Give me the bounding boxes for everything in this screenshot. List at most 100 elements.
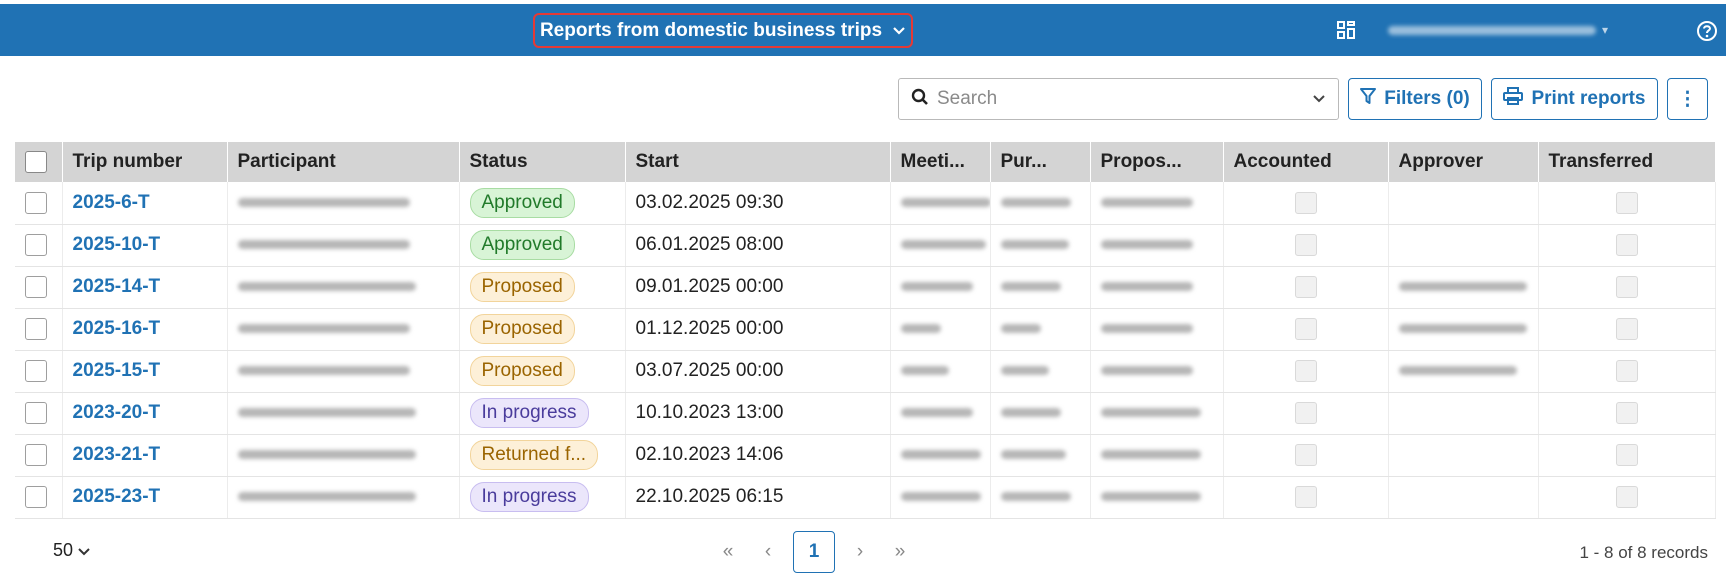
row-checkbox[interactable] bbox=[25, 443, 47, 466]
dashboard-grid-icon[interactable] bbox=[1336, 20, 1356, 40]
status-cell: In progress bbox=[459, 392, 626, 435]
participant-cell bbox=[227, 350, 460, 393]
participant-cell bbox=[227, 392, 460, 435]
redacted-meeting bbox=[900, 366, 949, 376]
trip-number-link[interactable]: 2025-15-T bbox=[73, 360, 161, 381]
row-checkbox[interactable] bbox=[25, 275, 47, 298]
proposer-cell bbox=[1090, 266, 1224, 309]
accounted-cell bbox=[1223, 224, 1389, 267]
trip-number-link[interactable]: 2025-10-T bbox=[73, 234, 161, 255]
more-options-button[interactable]: ⋮ bbox=[1667, 78, 1708, 120]
row-select-cell[interactable] bbox=[15, 434, 63, 477]
accounted-cell bbox=[1223, 350, 1389, 393]
row-select-cell[interactable] bbox=[15, 308, 63, 351]
page-size-value: 50 bbox=[53, 540, 74, 560]
status-cell: Proposed bbox=[459, 266, 626, 309]
redacted-participant bbox=[237, 282, 416, 292]
redacted-participant bbox=[237, 450, 416, 460]
table-row[interactable]: 2025-6-T Approved 03.02.2025 09:30 bbox=[15, 182, 1716, 225]
trip-number-link[interactable]: 2025-16-T bbox=[73, 318, 161, 339]
column-header-trip-number[interactable]: Trip number bbox=[62, 142, 228, 182]
print-reports-button[interactable]: Print reports bbox=[1491, 78, 1658, 120]
transferred-checkbox bbox=[1615, 234, 1638, 256]
column-header-transferred[interactable]: Transferred bbox=[1538, 142, 1716, 182]
column-header-accounted[interactable]: Accounted bbox=[1223, 142, 1389, 182]
chevron-down-icon bbox=[78, 540, 90, 561]
trip-number-cell: 2023-20-T bbox=[62, 392, 228, 435]
proposer-cell bbox=[1090, 182, 1224, 225]
row-select-cell[interactable] bbox=[15, 476, 63, 519]
table-row[interactable]: 2025-16-T Proposed 01.12.2025 00:00 bbox=[15, 308, 1716, 351]
table-row[interactable]: 2025-14-T Proposed 09.01.2025 00:00 bbox=[15, 266, 1716, 309]
row-checkbox[interactable] bbox=[25, 233, 47, 256]
table-row[interactable]: 2023-20-T In progress 10.10.2023 13:00 bbox=[15, 392, 1716, 435]
user-menu[interactable]: ▾ bbox=[1388, 21, 1628, 39]
column-header-start[interactable]: Start bbox=[625, 142, 891, 182]
last-page-button[interactable]: » bbox=[880, 541, 920, 563]
column-header-participant[interactable]: Participant bbox=[227, 142, 460, 182]
transferred-checkbox bbox=[1615, 318, 1638, 340]
accounted-checkbox bbox=[1294, 276, 1317, 298]
trip-number-link[interactable]: 2023-20-T bbox=[73, 402, 161, 423]
column-header-approver[interactable]: Approver bbox=[1388, 142, 1539, 182]
row-select-cell[interactable] bbox=[15, 392, 63, 435]
search-input[interactable] bbox=[937, 88, 1312, 110]
search-box[interactable] bbox=[898, 78, 1339, 120]
row-checkbox[interactable] bbox=[25, 485, 47, 508]
table-row[interactable]: 2023-21-T Returned f... 02.10.2023 14:06 bbox=[15, 434, 1716, 477]
trip-number-cell: 2023-21-T bbox=[62, 434, 228, 477]
status-badge: Proposed bbox=[469, 314, 575, 344]
accounted-checkbox bbox=[1294, 234, 1317, 256]
previous-page-button[interactable]: ‹ bbox=[748, 541, 788, 563]
select-all-cell[interactable] bbox=[15, 142, 63, 182]
row-checkbox[interactable] bbox=[25, 191, 47, 214]
accounted-checkbox bbox=[1294, 402, 1317, 424]
chevron-down-icon[interactable] bbox=[1312, 91, 1326, 107]
transferred-cell bbox=[1538, 392, 1716, 435]
transferred-checkbox bbox=[1615, 276, 1638, 298]
table-row[interactable]: 2025-10-T Approved 06.01.2025 08:00 bbox=[15, 224, 1716, 267]
table-row[interactable]: 2025-23-T In progress 22.10.2025 06:15 bbox=[15, 476, 1716, 519]
proposer-cell bbox=[1090, 434, 1224, 477]
row-checkbox[interactable] bbox=[25, 317, 47, 340]
search-icon bbox=[911, 88, 929, 111]
current-page-button[interactable]: 1 bbox=[793, 531, 835, 573]
next-page-button[interactable]: › bbox=[840, 541, 880, 563]
approver-cell bbox=[1388, 266, 1539, 309]
trip-number-link[interactable]: 2025-23-T bbox=[73, 486, 161, 507]
filters-button[interactable]: Filters (0) bbox=[1348, 78, 1482, 120]
redacted-meeting bbox=[900, 450, 981, 460]
column-header-proposer[interactable]: Propos... bbox=[1090, 142, 1224, 182]
top-bar: Reports from domestic business trips ▾ bbox=[0, 4, 1726, 56]
view-selector[interactable]: Reports from domestic business trips bbox=[533, 13, 913, 48]
print-reports-label: Print reports bbox=[1531, 88, 1646, 109]
approver-cell bbox=[1388, 182, 1539, 225]
select-all-checkbox[interactable] bbox=[25, 150, 47, 173]
trip-number-link[interactable]: 2025-14-T bbox=[73, 276, 161, 297]
accounted-checkbox bbox=[1294, 318, 1317, 340]
column-header-purpose[interactable]: Pur... bbox=[990, 142, 1091, 182]
start-cell: 03.07.2025 00:00 bbox=[625, 350, 891, 393]
row-checkbox[interactable] bbox=[25, 401, 47, 424]
row-select-cell[interactable] bbox=[15, 182, 63, 225]
row-checkbox[interactable] bbox=[25, 359, 47, 382]
trip-number-link[interactable]: 2023-21-T bbox=[73, 444, 161, 465]
view-title: Reports from domestic business trips bbox=[539, 19, 883, 41]
row-select-cell[interactable] bbox=[15, 350, 63, 393]
purpose-cell bbox=[990, 476, 1091, 519]
proposer-cell bbox=[1090, 308, 1224, 351]
redacted-proposer bbox=[1100, 366, 1193, 376]
column-header-status[interactable]: Status bbox=[459, 142, 626, 182]
help-icon[interactable] bbox=[1696, 20, 1718, 42]
status-badge: Approved bbox=[469, 230, 575, 260]
column-header-meeting[interactable]: Meeti... bbox=[890, 142, 991, 182]
page-size-selector[interactable]: 50 bbox=[53, 540, 90, 561]
first-page-button[interactable]: « bbox=[708, 541, 748, 563]
row-select-cell[interactable] bbox=[15, 266, 63, 309]
table-row[interactable]: 2025-15-T Proposed 03.07.2025 00:00 bbox=[15, 350, 1716, 393]
approver-cell bbox=[1388, 392, 1539, 435]
trip-number-link[interactable]: 2025-6-T bbox=[73, 192, 150, 213]
participant-cell bbox=[227, 224, 460, 267]
accounted-checkbox bbox=[1294, 486, 1317, 508]
row-select-cell[interactable] bbox=[15, 224, 63, 267]
